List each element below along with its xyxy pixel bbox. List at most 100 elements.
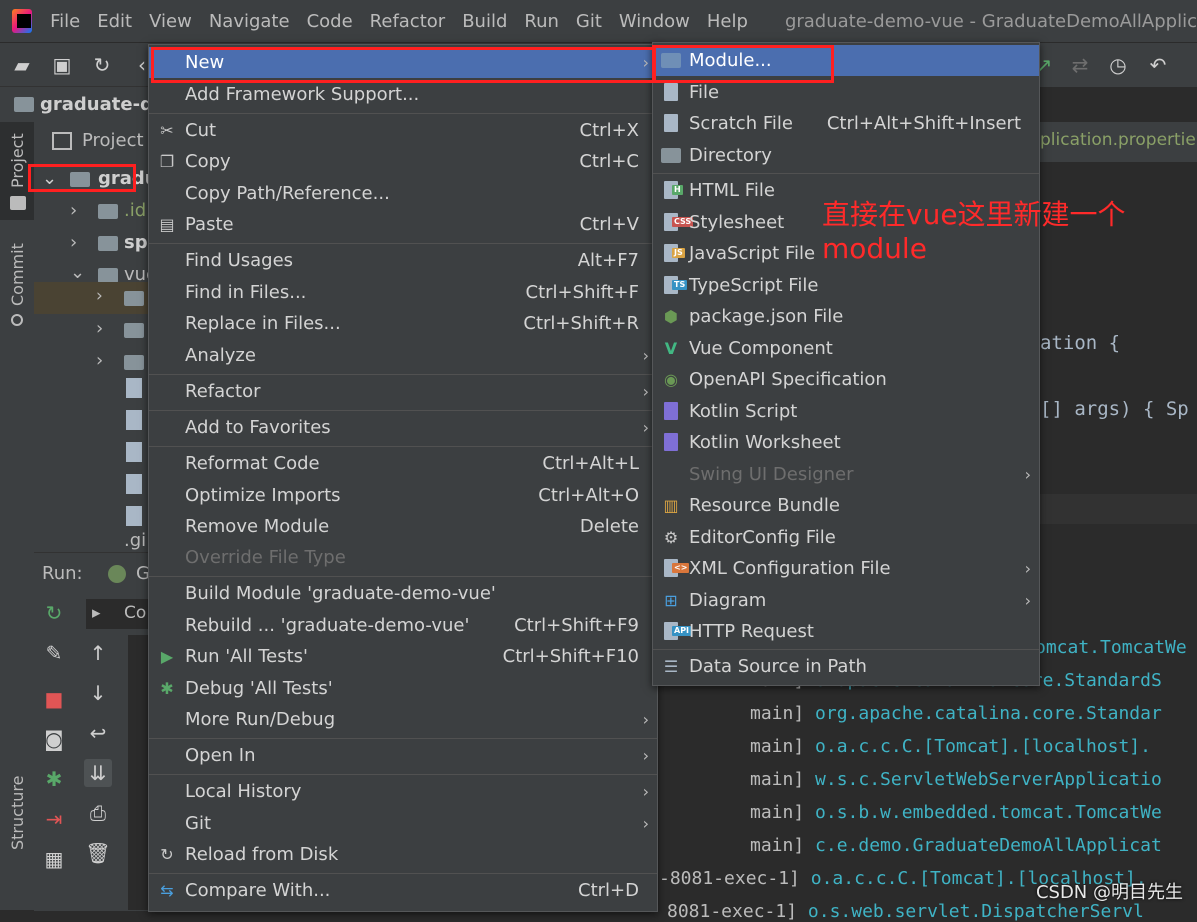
menu-view[interactable]: View bbox=[149, 11, 192, 32]
menu-file[interactable]: File bbox=[50, 11, 80, 32]
menu-item-reload-from-disk[interactable]: ↻ Reload from Disk bbox=[149, 839, 657, 870]
menu-item-run-all-tests[interactable]: ▶ Run 'All Tests' Ctrl+Shift+F10 bbox=[149, 641, 657, 672]
menu-item-find-usages[interactable]: Find Usages Alt+F7 bbox=[149, 245, 657, 276]
tree-label-sp: sp bbox=[124, 232, 148, 253]
layout-icon[interactable]: ▦ bbox=[40, 845, 68, 873]
print-icon[interactable]: ⎙ bbox=[84, 799, 112, 827]
submenu-item-http-request[interactable]: API HTTP Request bbox=[653, 616, 1039, 647]
menu-window[interactable]: Window bbox=[619, 11, 690, 32]
tab-structure[interactable]: Structure bbox=[8, 776, 27, 850]
run-play-icon: ▶ bbox=[160, 647, 174, 666]
submenu-item-data-source[interactable]: ☰ Data Source in Path bbox=[653, 651, 1039, 682]
menu-git[interactable]: Git bbox=[576, 11, 602, 32]
menu-item-open-in[interactable]: Open In › bbox=[149, 740, 657, 771]
menu-item-local-history[interactable]: Local History › bbox=[149, 776, 657, 807]
menu-help[interactable]: Help bbox=[707, 11, 748, 32]
menu-item-more-run-debug[interactable]: More Run/Debug › bbox=[149, 704, 657, 735]
menu-navigate[interactable]: Navigate bbox=[209, 11, 290, 32]
submenu-item-editorconfig[interactable]: ⚙ EditorConfig File bbox=[653, 522, 1039, 553]
trash-icon[interactable]: 🗑 bbox=[84, 839, 112, 867]
console-icon: ▸ bbox=[92, 603, 101, 623]
menu-edit[interactable]: Edit bbox=[97, 11, 132, 32]
stop-icon[interactable]: ■ bbox=[40, 685, 68, 713]
save-icon[interactable]: ▣ bbox=[48, 51, 76, 79]
submenu-item-diagram[interactable]: ⊞ Diagram › bbox=[653, 585, 1039, 616]
menu-item-replace-in-files[interactable]: Replace in Files... Ctrl+Shift+R bbox=[149, 308, 657, 339]
chevron-right-icon: › bbox=[642, 710, 649, 729]
breadcrumb[interactable]: graduate-de bbox=[0, 86, 150, 122]
json-file-icon bbox=[126, 442, 142, 462]
debug-bug-icon: ✱ bbox=[160, 679, 174, 698]
submenu-item-xml-configuration[interactable]: <> XML Configuration File › bbox=[653, 553, 1039, 584]
menu-item-copy-path[interactable]: Copy Path/Reference... bbox=[149, 178, 657, 209]
submenu-item-openapi[interactable]: ◉ OpenAPI Specification bbox=[653, 364, 1039, 395]
submenu-item-scratch-file[interactable]: Scratch File Ctrl+Alt+Shift+Insert bbox=[653, 108, 1039, 139]
submenu-item-typescript-file[interactable]: TS TypeScript File bbox=[653, 270, 1039, 301]
submenu-item-directory[interactable]: Directory bbox=[653, 140, 1039, 171]
tree-label-gitignore: .gi bbox=[124, 530, 147, 551]
menu-item-add-framework-support[interactable]: Add Framework Support... bbox=[149, 79, 657, 110]
menu-run[interactable]: Run bbox=[524, 11, 559, 32]
menu-item-git[interactable]: Git › bbox=[149, 808, 657, 839]
chevron-right-icon[interactable]: › bbox=[70, 200, 77, 221]
chevron-right-icon[interactable]: › bbox=[70, 232, 77, 253]
soft-wrap-icon[interactable]: ↩ bbox=[84, 719, 112, 747]
chevron-right-icon: › bbox=[1024, 465, 1031, 484]
tab-project[interactable]: Project bbox=[8, 133, 27, 188]
menu-item-debug-all-tests[interactable]: ✱ Debug 'All Tests' bbox=[149, 673, 657, 704]
kotlin-icon bbox=[664, 402, 678, 420]
scroll-up-icon[interactable]: ↑ bbox=[84, 639, 112, 667]
menu-item-paste[interactable]: ▤ Paste Ctrl+V bbox=[149, 209, 657, 240]
tab-commit[interactable]: Commit bbox=[8, 243, 27, 306]
editor-tab-properties[interactable]: plication.propertie bbox=[1040, 130, 1196, 150]
submenu-item-kotlin-worksheet[interactable]: Kotlin Worksheet bbox=[653, 427, 1039, 458]
history-icon[interactable]: ◷ bbox=[1104, 51, 1132, 79]
breadcrumb-project[interactable]: graduate-de bbox=[40, 94, 150, 115]
menu-item-reformat-code[interactable]: Reformat Code Ctrl+Alt+L bbox=[149, 448, 657, 479]
submenu-item-package-json[interactable]: ⬢ package.json File bbox=[653, 301, 1039, 332]
chevron-right-icon: › bbox=[642, 418, 649, 437]
menu-build[interactable]: Build bbox=[462, 11, 507, 32]
submenu-item-kotlin-script[interactable]: Kotlin Script bbox=[653, 396, 1039, 427]
rerun-icon[interactable]: ↻ bbox=[40, 599, 68, 627]
sync-icon[interactable]: ↻ bbox=[88, 51, 116, 79]
tree-row-folder[interactable]: › bbox=[34, 314, 150, 346]
menu-item-refactor[interactable]: Refactor › bbox=[149, 376, 657, 407]
rollback-icon[interactable]: ↶ bbox=[1144, 51, 1172, 79]
submenu-item-vue-component[interactable]: V Vue Component bbox=[653, 333, 1039, 364]
console-tab[interactable]: ▸ Co bbox=[86, 599, 150, 629]
menu-code[interactable]: Code bbox=[307, 11, 353, 32]
menu-item-add-to-favorites[interactable]: Add to Favorites › bbox=[149, 412, 657, 443]
submenu-item-swing-ui-designer: Swing UI Designer › bbox=[653, 459, 1039, 490]
chevron-right-icon[interactable]: › bbox=[96, 286, 103, 306]
menu-refactor[interactable]: Refactor bbox=[370, 11, 446, 32]
chevron-right-icon[interactable]: › bbox=[96, 318, 103, 339]
chevron-down-icon[interactable]: ⌄ bbox=[70, 262, 85, 283]
menu-item-copy[interactable]: ❐ Copy Ctrl+C bbox=[149, 146, 657, 177]
merge-icon[interactable]: ⇄ bbox=[1066, 51, 1094, 79]
tree-row-folder[interactable]: › bbox=[34, 346, 150, 378]
menu-item-rebuild[interactable]: Rebuild ... 'graduate-demo-vue' Ctrl+Shif… bbox=[149, 610, 657, 641]
menu-item-cut[interactable]: ✂ Cut Ctrl+X bbox=[149, 115, 657, 146]
tree-row-idea[interactable]: › .id bbox=[34, 196, 150, 228]
json-file-icon bbox=[126, 474, 142, 494]
menu-item-find-in-files[interactable]: Find in Files... Ctrl+Shift+F bbox=[149, 277, 657, 308]
chevron-right-icon[interactable]: › bbox=[96, 350, 103, 371]
scroll-to-end-icon[interactable]: ⇊ bbox=[84, 759, 112, 787]
spring-boot-icon bbox=[108, 565, 126, 583]
menu-item-optimize-imports[interactable]: Optimize Imports Ctrl+Alt+O bbox=[149, 480, 657, 511]
debug-bug-icon[interactable]: ✱ bbox=[40, 765, 68, 793]
menu-item-build-module[interactable]: Build Module 'graduate-demo-vue' bbox=[149, 578, 657, 609]
camera-icon[interactable]: ◙ bbox=[40, 725, 68, 753]
menu-item-analyze[interactable]: Analyze › bbox=[149, 340, 657, 371]
tree-row-sp[interactable]: › sp bbox=[34, 228, 150, 260]
submenu-item-resource-bundle[interactable]: ▥ Resource Bundle bbox=[653, 490, 1039, 521]
wrench-icon[interactable]: ✎ bbox=[40, 639, 68, 667]
scroll-down-icon[interactable]: ↓ bbox=[84, 679, 112, 707]
exit-icon[interactable]: ⇥ bbox=[40, 805, 68, 833]
menu-item-remove-module[interactable]: Remove Module Delete bbox=[149, 511, 657, 542]
menu-item-compare-with[interactable]: ⇆ Compare With... Ctrl+D bbox=[149, 875, 657, 906]
open-folder-icon[interactable]: ▰ bbox=[8, 51, 36, 79]
project-panel-header[interactable]: Project bbox=[82, 130, 144, 151]
tree-row-highlighted[interactable]: › bbox=[34, 282, 150, 314]
